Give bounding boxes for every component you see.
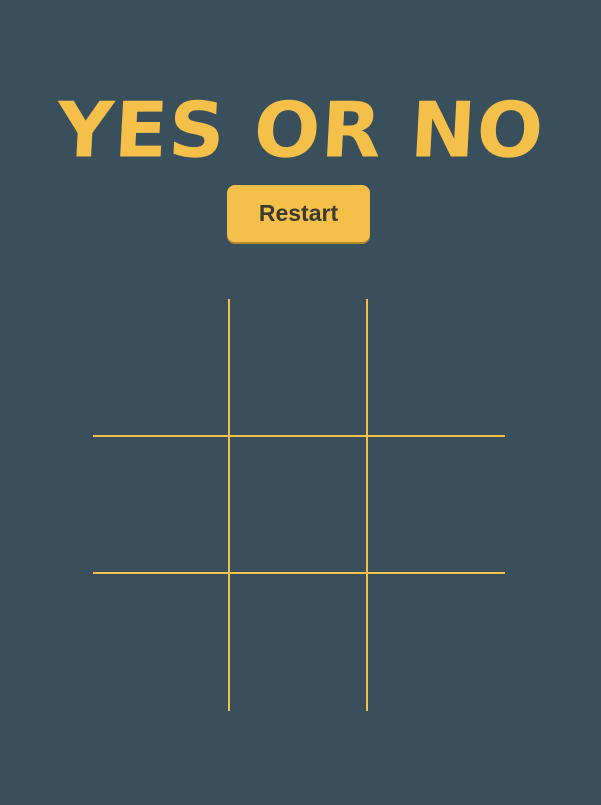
- board-cell-3[interactable]: [369, 299, 505, 435]
- board-cell-2[interactable]: [231, 299, 367, 435]
- board-cell-8[interactable]: [231, 575, 367, 711]
- restart-button[interactable]: Restart: [227, 185, 370, 242]
- board-cell-9[interactable]: [369, 575, 505, 711]
- game-title: YES OR NO: [54, 86, 547, 176]
- board-cell-1[interactable]: [93, 299, 229, 435]
- grid-line-vertical-2: [366, 299, 368, 711]
- board-cell-5[interactable]: [231, 437, 367, 573]
- grid-line-vertical-1: [228, 299, 230, 711]
- board-cell-7[interactable]: [93, 575, 229, 711]
- board-cell-6[interactable]: [369, 437, 505, 573]
- grid-line-horizontal-2: [93, 572, 505, 574]
- board-cell-4[interactable]: [93, 437, 229, 573]
- game-board: [93, 299, 505, 711]
- grid-line-horizontal-1: [93, 435, 505, 437]
